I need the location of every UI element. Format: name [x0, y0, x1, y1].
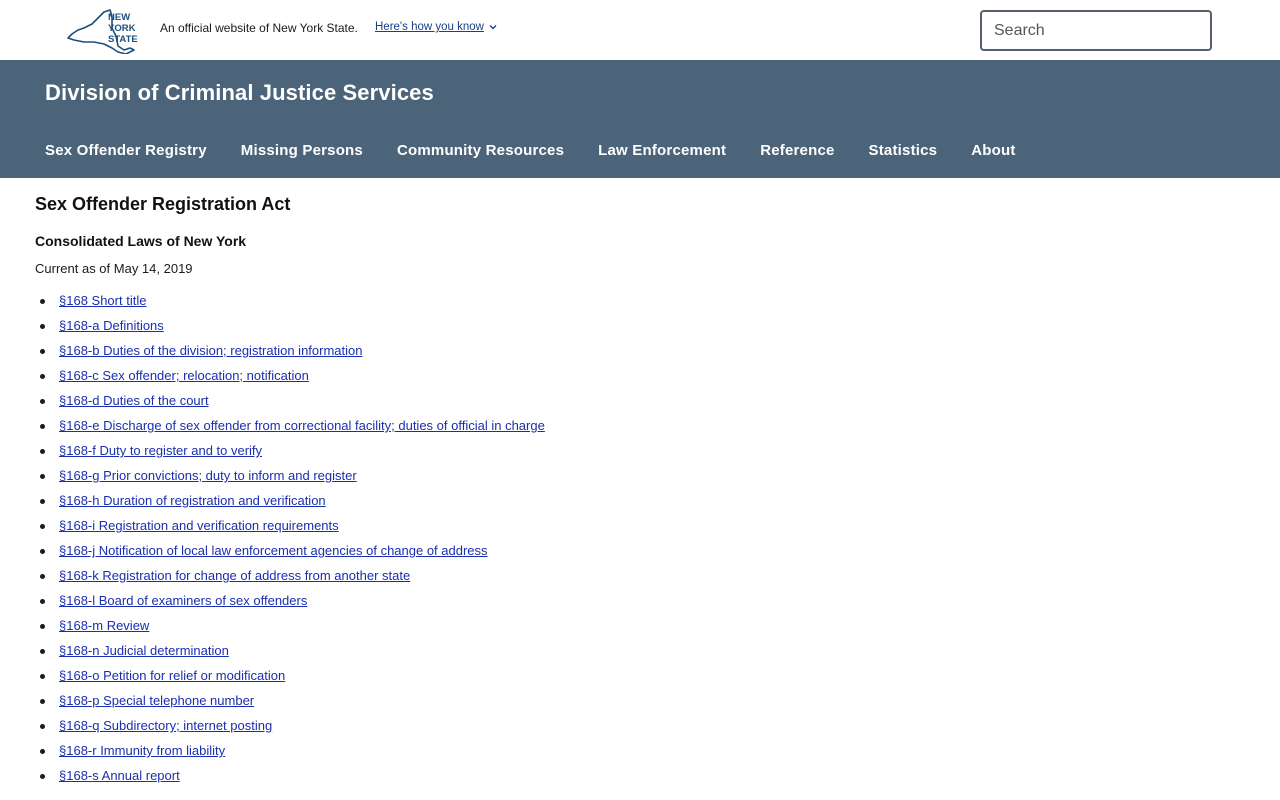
section-link-168k[interactable]: §168-k Registration for change of addres…: [59, 568, 410, 583]
list-item: §168-b Duties of the division; registrat…: [35, 342, 1235, 367]
logo-line-2: YORK: [108, 23, 136, 34]
list-item: §168-c Sex offender; relocation; notific…: [35, 367, 1235, 392]
logo-line-3: STATE: [108, 34, 138, 45]
universal-banner: NEW YORK STATE An official website of Ne…: [0, 0, 1280, 60]
how-you-know-label: Here's how you know: [375, 21, 484, 33]
section-link-168q[interactable]: §168-q Subdirectory; internet posting: [59, 718, 272, 733]
section-link-168o[interactable]: §168-o Petition for relief or modificati…: [59, 668, 285, 683]
list-item: §168 Short title: [35, 292, 1235, 317]
list-item: §168-r Immunity from liability: [35, 742, 1235, 767]
chevron-down-icon: [489, 25, 497, 30]
how-you-know-toggle[interactable]: Here's how you know: [375, 21, 498, 33]
search-input[interactable]: [982, 12, 1210, 49]
section-link-168c[interactable]: §168-c Sex offender; relocation; notific…: [59, 368, 309, 383]
list-item: §168-g Prior convictions; duty to inform…: [35, 467, 1235, 492]
list-item: §168-j Notification of local law enforce…: [35, 542, 1235, 567]
section-link-168e[interactable]: §168-e Discharge of sex offender from co…: [59, 418, 545, 433]
section-subhead: Consolidated Laws of New York: [35, 233, 247, 249]
list-item: §168-i Registration and verification req…: [35, 517, 1235, 542]
section-link-168g[interactable]: §168-g Prior convictions; duty to inform…: [59, 468, 357, 483]
section-link-168j[interactable]: §168-j Notification of local law enforce…: [59, 543, 488, 558]
main-nav: Sex Offender Registry Missing Persons Co…: [45, 142, 1050, 159]
section-link-168i[interactable]: §168-i Registration and verification req…: [59, 518, 339, 533]
list-item: §168-o Petition for relief or modificati…: [35, 667, 1235, 692]
list-item: §168-m Review: [35, 617, 1235, 642]
list-item: §168-k Registration for change of addres…: [35, 567, 1235, 592]
list-item: §168-n Judicial determination: [35, 642, 1235, 667]
nav-item-missing-persons[interactable]: Missing Persons: [241, 142, 363, 159]
list-item: §168-s Annual report: [35, 767, 1235, 792]
section-list: §168 Short title §168-a Definitions §168…: [35, 292, 1235, 792]
section-link-168f[interactable]: §168-f Duty to register and to verify: [59, 443, 262, 458]
nav-item-about[interactable]: About: [971, 142, 1015, 159]
nav-item-sex-offender-registry[interactable]: Sex Offender Registry: [45, 142, 207, 159]
agency-title[interactable]: Division of Criminal Justice Services: [45, 80, 434, 106]
current-as-of: Current as of May 14, 2019: [35, 261, 193, 276]
nav-item-law-enforcement[interactable]: Law Enforcement: [598, 142, 726, 159]
section-link-168b[interactable]: §168-b Duties of the division; registrat…: [59, 343, 363, 358]
list-item: §168-h Duration of registration and veri…: [35, 492, 1235, 517]
page-title: Sex Offender Registration Act: [35, 194, 291, 214]
section-link-168s[interactable]: §168-s Annual report: [59, 768, 180, 783]
main-content: Sex Offender Registration Act Consolidat…: [35, 194, 1235, 792]
section-link-168d[interactable]: §168-d Duties of the court: [59, 393, 209, 408]
list-item: §168-d Duties of the court: [35, 392, 1235, 417]
logo-line-1: NEW: [108, 12, 130, 23]
section-link-168a[interactable]: §168-a Definitions: [59, 318, 164, 333]
official-website-text: An official website of New York State.: [160, 21, 358, 35]
state-outline-icon: NEW YORK STATE: [67, 9, 138, 55]
section-link-168n[interactable]: §168-n Judicial determination: [59, 643, 229, 658]
section-link-168[interactable]: §168 Short title: [59, 293, 146, 308]
list-item: §168-p Special telephone number: [35, 692, 1235, 717]
section-link-168p[interactable]: §168-p Special telephone number: [59, 693, 254, 708]
nav-item-statistics[interactable]: Statistics: [869, 142, 938, 159]
section-link-168m[interactable]: §168-m Review: [59, 618, 149, 633]
search-form: [980, 10, 1212, 51]
list-item: §168-e Discharge of sex offender from co…: [35, 417, 1235, 442]
nav-item-community-resources[interactable]: Community Resources: [397, 142, 564, 159]
nys-logo[interactable]: NEW YORK STATE: [64, 6, 144, 55]
list-item: §168-f Duty to register and to verify: [35, 442, 1235, 467]
nav-item-reference[interactable]: Reference: [760, 142, 834, 159]
section-link-168h[interactable]: §168-h Duration of registration and veri…: [59, 493, 326, 508]
section-link-168r[interactable]: §168-r Immunity from liability: [59, 743, 225, 758]
list-item: §168-q Subdirectory; internet posting: [35, 717, 1235, 742]
list-item: §168-l Board of examiners of sex offende…: [35, 592, 1235, 617]
section-link-168l[interactable]: §168-l Board of examiners of sex offende…: [59, 593, 307, 608]
agency-header: Division of Criminal Justice Services Se…: [0, 60, 1280, 178]
list-item: §168-a Definitions: [35, 317, 1235, 342]
